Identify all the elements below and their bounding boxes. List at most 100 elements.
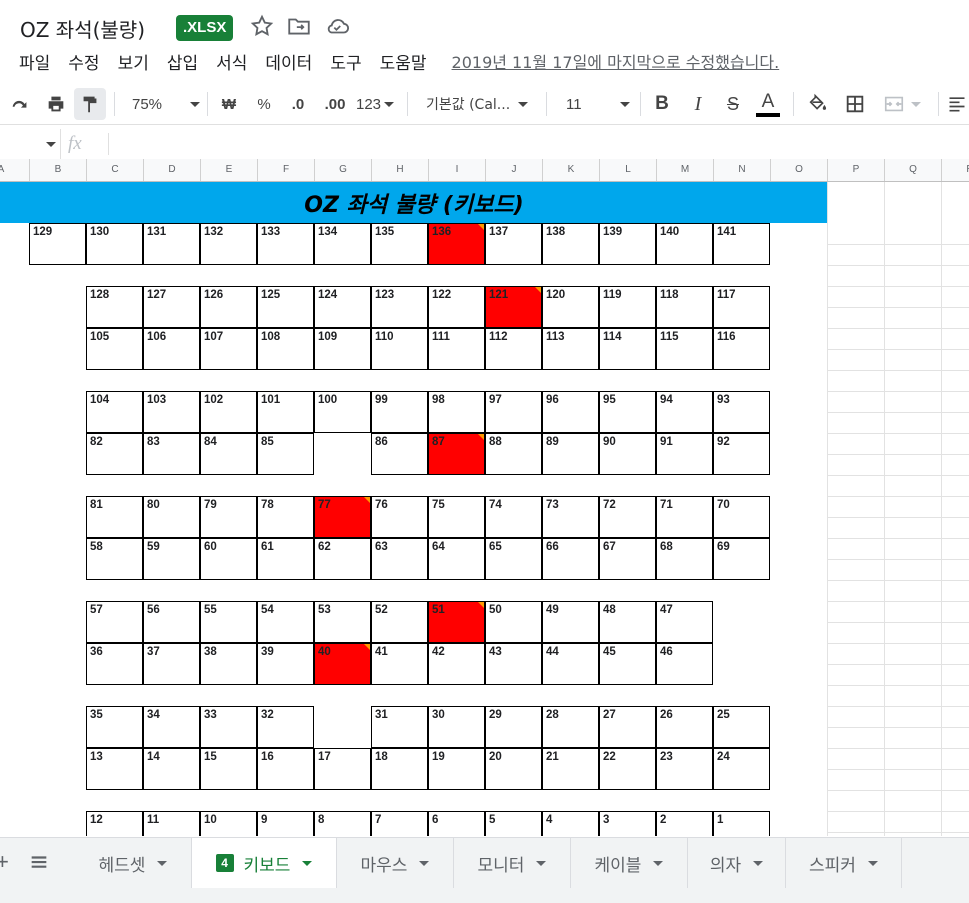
seat-cell[interactable]: 78 [257,496,314,538]
seat-cell[interactable]: 39 [257,643,314,685]
column-header-e[interactable]: E [201,159,258,181]
move-to-folder-icon[interactable] [286,13,312,39]
seat-cell[interactable]: 11 [143,811,200,836]
menu-insert[interactable]: 삽입 [158,49,207,74]
seat-cell[interactable]: 80 [143,496,200,538]
seat-cell[interactable]: 3 [599,811,656,836]
seat-cell[interactable]: 14 [143,748,200,790]
seat-cell[interactable]: 46 [656,643,713,685]
seat-cell[interactable]: 50 [485,601,542,643]
chevron-down-icon[interactable] [653,860,664,866]
menu-file[interactable]: 파일 [10,49,59,74]
seat-cell[interactable]: 61 [257,538,314,580]
seat-cell[interactable]: 88 [485,433,542,475]
percent-format-button[interactable]: % [251,84,277,124]
seat-cell[interactable]: 119 [599,286,656,328]
seat-cell[interactable]: 15 [200,748,257,790]
seat-cell[interactable]: 96 [542,391,599,433]
seat-cell[interactable]: 17 [314,748,371,790]
seat-cell[interactable]: 101 [257,391,314,433]
seat-cell[interactable]: 55 [200,601,257,643]
seat-cell[interactable]: 102 [200,391,257,433]
seat-cell[interactable]: 54 [257,601,314,643]
column-header-f[interactable]: F [258,159,315,181]
tab-speaker[interactable]: 스피커 [786,838,902,888]
seat-cell[interactable]: 99 [371,391,428,433]
currency-format-button[interactable]: ₩ [216,84,242,124]
seat-cell[interactable]: 72 [599,496,656,538]
seat-cell[interactable]: 36 [86,643,143,685]
seat-cell[interactable]: 129 [29,223,86,265]
seat-cell-defective[interactable]: 136 [428,223,485,265]
seat-cell[interactable]: 125 [257,286,314,328]
seat-cell[interactable]: 89 [542,433,599,475]
seat-cell[interactable]: 2 [656,811,713,836]
decrease-decimal-button[interactable]: .0 [283,84,313,124]
seat-cell[interactable]: 63 [371,538,428,580]
seat-cell[interactable]: 13 [86,748,143,790]
seat-cell[interactable]: 79 [200,496,257,538]
tab-headset[interactable]: 헤드셋 [75,838,192,888]
column-header-q[interactable]: Q [885,159,942,181]
font-family-select[interactable]: 기본값 (Cal... [418,84,540,124]
seat-cell[interactable]: 132 [200,223,257,265]
seat-cell[interactable]: 45 [599,643,656,685]
seat-cell[interactable]: 23 [656,748,713,790]
seat-cell[interactable]: 35 [86,706,143,748]
column-header-c[interactable]: C [87,159,144,181]
seat-cell[interactable]: 97 [485,391,542,433]
seat-cell[interactable]: 30 [428,706,485,748]
seat-cell[interactable]: 85 [257,433,314,475]
seat-cell[interactable]: 126 [200,286,257,328]
seat-cell[interactable]: 58 [86,538,143,580]
seat-cell[interactable]: 123 [371,286,428,328]
chevron-down-icon[interactable] [419,860,430,866]
seat-cell[interactable]: 70 [713,496,770,538]
seat-cell[interactable]: 8 [314,811,371,836]
seat-cell[interactable]: 52 [371,601,428,643]
seat-cell[interactable]: 10 [200,811,257,836]
seat-cell[interactable]: 60 [200,538,257,580]
seat-cell[interactable]: 16 [257,748,314,790]
seat-cell[interactable]: 57 [86,601,143,643]
seat-cell[interactable]: 69 [713,538,770,580]
seat-cell[interactable]: 134 [314,223,371,265]
seat-cell[interactable]: 105 [86,328,143,370]
seat-cell[interactable]: 75 [428,496,485,538]
seat-cell[interactable]: 27 [599,706,656,748]
seat-cell[interactable]: 124 [314,286,371,328]
column-header-p[interactable]: P [828,159,885,181]
seat-cell[interactable]: 127 [143,286,200,328]
merge-cells-icon[interactable] [878,84,926,124]
seat-cell[interactable]: 37 [143,643,200,685]
seat-cell[interactable]: 106 [143,328,200,370]
seat-cell[interactable]: 25 [713,706,770,748]
seat-cell[interactable]: 20 [485,748,542,790]
seat-cell[interactable]: 43 [485,643,542,685]
seat-cell-defective[interactable]: 51 [428,601,485,643]
bold-button[interactable]: B [649,84,675,124]
tab-cable[interactable]: 케이블 [571,838,688,888]
tab-keyboard[interactable]: 4 키보드 [192,838,337,888]
seat-cell[interactable]: 86 [371,433,428,475]
seat-cell[interactable]: 68 [656,538,713,580]
seat-cell[interactable]: 9 [257,811,314,836]
seat-cell[interactable]: 59 [143,538,200,580]
column-header-j[interactable]: J [486,159,543,181]
seat-cell[interactable]: 107 [200,328,257,370]
last-edit-link[interactable]: 2019년 11월 17일에 마지막으로 수정했습니다. [452,49,780,73]
formula-input[interactable] [118,135,958,155]
borders-icon[interactable] [841,84,869,124]
column-header-l[interactable]: L [600,159,657,181]
tab-chair[interactable]: 의자 [688,838,786,888]
seat-cell[interactable]: 95 [599,391,656,433]
column-header-d[interactable]: D [144,159,201,181]
seat-cell[interactable]: 83 [143,433,200,475]
seat-cell[interactable]: 33 [200,706,257,748]
seat-cell[interactable]: 53 [314,601,371,643]
font-size-select[interactable]: 11 [556,84,634,124]
seat-cell[interactable]: 73 [542,496,599,538]
seat-cell[interactable]: 94 [656,391,713,433]
seat-cell[interactable]: 34 [143,706,200,748]
seat-cell[interactable]: 22 [599,748,656,790]
